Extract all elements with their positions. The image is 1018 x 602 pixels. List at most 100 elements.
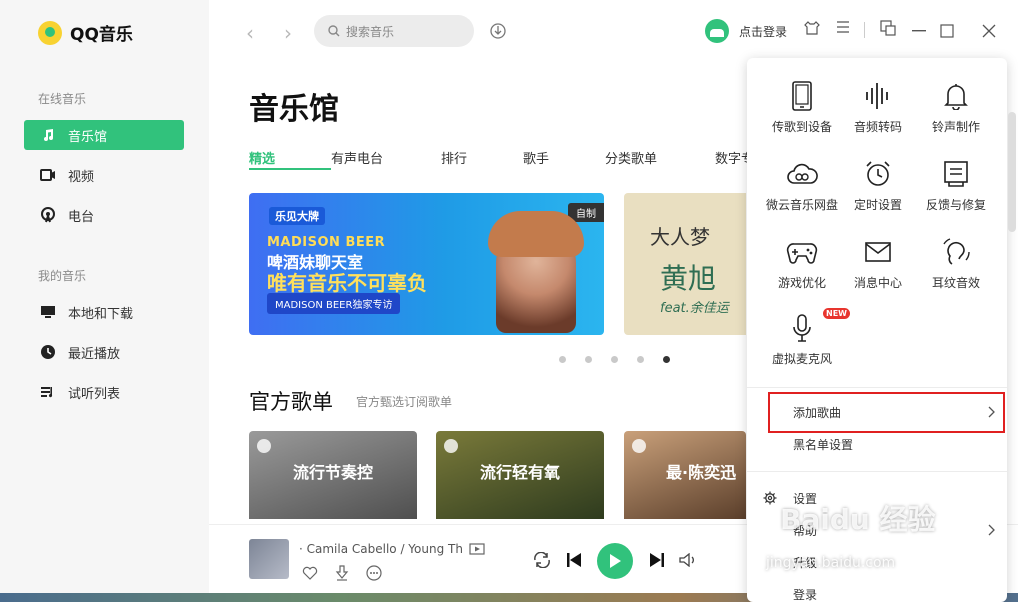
menu-feedback[interactable]: 反馈与修复 (917, 158, 995, 222)
menu-ear-effect[interactable]: 耳纹音效 (917, 236, 995, 300)
back-arrow-icon[interactable]: ‹ (246, 21, 254, 45)
album-cover[interactable] (249, 539, 289, 579)
banner-hat-image (488, 211, 584, 257)
menu-label: 游戏优化 (777, 276, 826, 290)
playlist-card[interactable]: 流行轻有氧 (436, 431, 604, 519)
scrollbar[interactable] (1008, 112, 1016, 232)
divider (864, 22, 865, 38)
menu-transfer-device[interactable]: 传歌到设备 (763, 80, 841, 144)
cloud-icon (786, 158, 818, 190)
banner-huang-xu[interactable]: 大人梦 黄旭 feat.余佳运 (624, 193, 746, 335)
section-subtitle: 官方甄选订阅歌单 (356, 395, 453, 409)
carousel-dot[interactable] (559, 356, 566, 363)
avatar[interactable] (705, 19, 729, 43)
sidebar-section-mine: 我的音乐 (38, 269, 87, 283)
sidebar-item-music-hall[interactable]: 音乐馆 (24, 120, 184, 150)
carousel-dot-active[interactable] (663, 356, 670, 363)
banner-title: 大人梦 (650, 225, 710, 249)
clock-icon (38, 344, 58, 360)
download-icon[interactable] (333, 564, 351, 582)
forward-arrow-icon[interactable]: › (284, 21, 292, 45)
sidebar-item-label: 试听列表 (68, 386, 121, 402)
search-input[interactable]: 搜索音乐 (314, 15, 474, 47)
menu-settings[interactable]: 设置 (747, 483, 1007, 513)
menu-message-center[interactable]: 消息中心 (839, 236, 917, 300)
menu-label: 音频转码 (853, 120, 902, 134)
music-note-icon (38, 127, 58, 143)
playlist-card[interactable]: 流行节奏控 (249, 431, 417, 519)
next-icon[interactable] (649, 552, 665, 568)
tab-audio-radio[interactable]: 有声电台 (331, 148, 441, 170)
banner-artist: 黄旭 (660, 262, 717, 295)
menu-timer[interactable]: 定时设置 (839, 158, 917, 222)
banner-line1: MADISON BEER (267, 235, 386, 250)
menu-label: 消息中心 (853, 276, 902, 290)
sidebar-item-recent[interactable]: 最近播放 (24, 337, 184, 367)
qq-music-window: QQ音乐 在线音乐 音乐馆 视频 电台 我的音乐 本地和下载 最近播放 试听列表… (0, 0, 1018, 602)
play-button[interactable] (597, 543, 633, 579)
divider (747, 471, 1007, 472)
previous-icon[interactable] (566, 552, 582, 568)
login-link[interactable]: 点击登录 (739, 23, 787, 40)
carousel-dots (559, 356, 689, 363)
tab-singers[interactable]: 歌手 (523, 148, 605, 170)
page-title: 音乐馆 (249, 92, 339, 127)
new-badge: NEW (823, 308, 850, 319)
like-icon[interactable] (301, 564, 319, 582)
sidebar-item-playlist[interactable]: 试听列表 (24, 377, 184, 407)
gamepad-icon (786, 236, 818, 268)
skin-icon[interactable] (804, 20, 820, 36)
menu-label: 微云音乐网盘 (765, 198, 838, 212)
menu-ringtone[interactable]: 铃声制作 (917, 80, 995, 144)
playlist-badge-icon (632, 439, 646, 453)
menu-label: 铃声制作 (931, 120, 980, 134)
sidebar: QQ音乐 在线音乐 音乐馆 视频 电台 我的音乐 本地和下载 最近播放 试听列表 (0, 0, 209, 602)
mail-icon (862, 236, 894, 268)
banner-madison-beer[interactable]: 乐见大牌 自制 MADISON BEER 啤酒妹聊天室 唯有音乐不可辜负 MAD… (249, 193, 604, 335)
voice-search-icon[interactable] (490, 22, 506, 40)
menu-help[interactable]: 帮助 (747, 515, 1007, 545)
playlist-title: 最·陈奕迅 (666, 463, 737, 482)
sidebar-item-radio[interactable]: 电台 (24, 200, 184, 230)
radio-icon (38, 207, 58, 223)
main-menu-icon[interactable] (836, 20, 850, 34)
user-area[interactable]: 点击登录 (705, 18, 787, 44)
menu-blacklist[interactable]: 黑名单设置 (747, 429, 1007, 459)
sidebar-item-local-download[interactable]: 本地和下载 (24, 297, 184, 327)
sidebar-item-video[interactable]: 视频 (24, 160, 184, 190)
banner-pill: MADISON BEER独家专访 (267, 293, 401, 314)
search-icon (328, 25, 340, 37)
menu-cloud-disk[interactable]: 微云音乐网盘 (763, 158, 841, 222)
menu-label: 耳纹音效 (931, 276, 980, 290)
more-icon[interactable] (365, 564, 383, 582)
menu-help-label: 帮助 (793, 523, 818, 538)
menu-login[interactable]: 登录 (747, 579, 1007, 602)
banner-brand: 乐见大牌 (269, 207, 325, 225)
playlist-card[interactable]: 最·陈奕迅 (624, 431, 746, 519)
carousel-dot[interactable] (611, 356, 618, 363)
carousel-dot[interactable] (585, 356, 592, 363)
tab-charts[interactable]: 排行 (441, 148, 523, 170)
menu-virtual-mic[interactable]: NEW 虚拟麦克风 (763, 308, 850, 376)
baidu-watermark-url: jingyan.baidu.com (766, 555, 896, 571)
carousel-dot[interactable] (637, 356, 644, 363)
tab-featured[interactable]: 精选 (249, 148, 331, 170)
mini-mode-icon[interactable] (880, 20, 896, 36)
qq-music-logo-icon (38, 20, 62, 45)
app-logo: QQ音乐 (38, 20, 133, 45)
chevron-right-icon (988, 524, 995, 536)
sidebar-item-label: 视频 (68, 169, 95, 185)
close-icon[interactable] (982, 24, 996, 38)
minimize-icon[interactable] (912, 30, 926, 32)
divider (747, 387, 1007, 388)
volume-icon[interactable] (679, 553, 697, 567)
annotation-highlight-box (768, 392, 1005, 433)
maximize-icon[interactable] (940, 24, 954, 38)
mv-icon[interactable] (469, 543, 485, 555)
menu-game-optimize[interactable]: 游戏优化 (763, 236, 841, 300)
menu-audio-convert[interactable]: 音频转码 (839, 80, 917, 144)
repeat-icon[interactable] (533, 552, 551, 568)
song-info[interactable]: · Camila Cabello / Young Th (299, 542, 463, 556)
sidebar-item-label: 音乐馆 (68, 129, 108, 145)
tab-categories[interactable]: 分类歌单 (605, 148, 715, 170)
